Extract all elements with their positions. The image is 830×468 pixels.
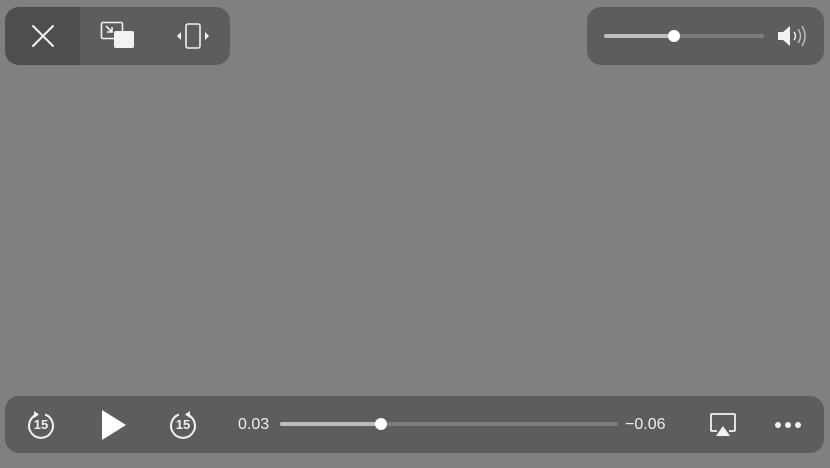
speaker-volume-icon xyxy=(778,25,806,47)
aspect-fit-icon xyxy=(176,23,209,49)
skip-back-label: 15 xyxy=(33,417,49,432)
skip-back-button[interactable]: 15 xyxy=(24,408,58,442)
skip-forward-button[interactable]: 15 xyxy=(166,408,200,442)
progress-scrubber-knob[interactable] xyxy=(375,418,388,430)
volume-slider[interactable] xyxy=(604,30,764,42)
volume-slider-fill xyxy=(604,34,675,38)
aspect-fit-button[interactable] xyxy=(155,7,230,65)
progress-scrubber[interactable] xyxy=(280,418,618,430)
top-left-controls xyxy=(5,7,230,65)
volume-panel xyxy=(587,7,824,65)
volume-slider-knob[interactable] xyxy=(668,30,681,42)
playback-bar: 15 15 0.03 −0.06 xyxy=(5,396,824,453)
airplay-icon xyxy=(710,413,736,436)
elapsed-time: 0.03 xyxy=(238,416,270,433)
remaining-time: −0.06 xyxy=(625,416,666,433)
play-button[interactable] xyxy=(95,406,131,444)
more-button[interactable] xyxy=(771,410,805,440)
play-icon xyxy=(102,410,126,440)
close-button[interactable] xyxy=(5,7,80,65)
progress-scrubber-fill xyxy=(280,422,382,426)
airplay-button[interactable] xyxy=(707,410,739,440)
more-icon xyxy=(775,422,801,428)
close-icon xyxy=(31,25,54,47)
skip-forward-label: 15 xyxy=(175,417,191,432)
picture-in-picture-button[interactable] xyxy=(80,7,155,65)
volume-button[interactable] xyxy=(775,21,811,51)
picture-in-picture-icon xyxy=(100,21,134,48)
